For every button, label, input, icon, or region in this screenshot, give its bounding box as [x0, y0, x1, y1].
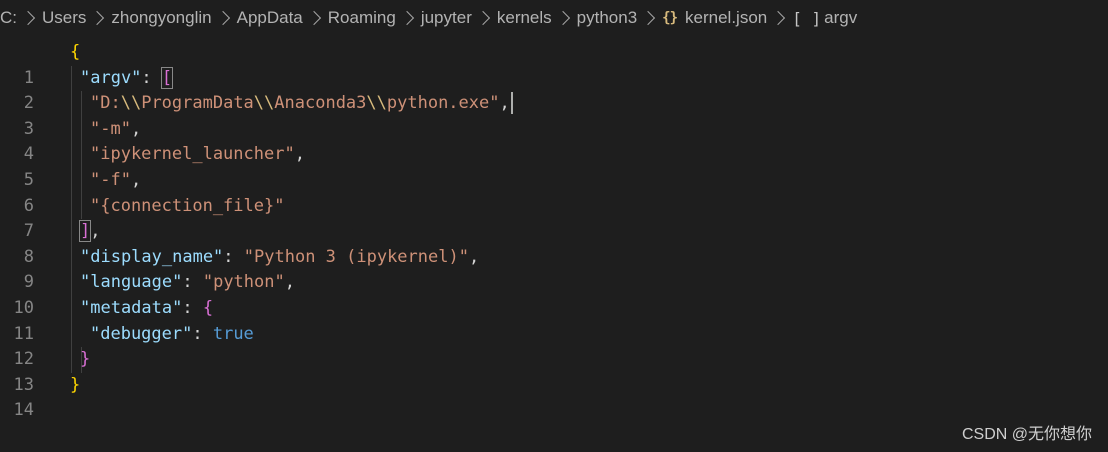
code-line-7: 7 "{connection_file}" — [0, 194, 1108, 242]
chevron-right-icon — [555, 10, 570, 26]
colon: : — [141, 67, 162, 88]
string-part: ProgramData — [141, 93, 254, 114]
breadcrumb-item-user[interactable]: zhongyonglin — [111, 8, 211, 28]
comma: , — [499, 93, 510, 114]
code-line-5: 5 "ipykernel_launcher", — [0, 142, 1108, 190]
json-key-debugger: "debugger" — [90, 323, 193, 344]
json-key-argv: "argv" — [80, 67, 142, 88]
code-line-14: 14 } — [0, 373, 1108, 421]
colon: : — [192, 323, 213, 344]
object-open-brace: { — [70, 42, 81, 62]
code-line-6: 6 "-f", — [0, 168, 1108, 216]
chevron-right-icon — [90, 10, 105, 26]
chevron-right-icon — [20, 10, 36, 26]
json-key-language: "language" — [80, 272, 183, 293]
chevron-right-icon — [215, 10, 230, 26]
json-file-icon: {} — [662, 10, 678, 26]
breadcrumb-item-jupyter[interactable]: jupyter — [421, 8, 472, 28]
string-value: "ipykernel_launcher" — [90, 144, 295, 165]
json-key-display-name: "display_name" — [80, 246, 224, 267]
watermark: CSDN @无你想你 — [961, 426, 1092, 443]
line-number: 14 — [13, 400, 34, 421]
code-line-8: 8 ], — [0, 219, 1108, 267]
json-key-metadata: "metadata" — [80, 297, 183, 318]
string-part: Anaconda3 — [274, 93, 367, 114]
code-line-2: 2 "argv": [ — [0, 66, 1108, 113]
code-line-4: 4 "-m", — [0, 117, 1108, 165]
comma: , — [284, 272, 295, 293]
comma: , — [130, 169, 142, 190]
array-symbol-icon: [ ] — [792, 8, 822, 28]
object-close-brace: } — [70, 374, 81, 395]
code-line-11: 11 "metadata": { — [0, 296, 1108, 344]
boolean-value: true — [212, 323, 254, 344]
code-line-12: 12 "debugger": true — [0, 322, 1108, 370]
breadcrumb-item-python3[interactable]: python3 — [577, 8, 638, 28]
string-part: "D: — [90, 93, 121, 114]
object-close-brace: } — [80, 349, 91, 370]
breadcrumb-item-roaming[interactable]: Roaming — [328, 8, 396, 28]
code-line-13: 13 } — [0, 347, 1108, 395]
array-open-bracket: [ — [160, 66, 174, 89]
code-editor[interactable]: 1 { 2 "argv": [ 3 "D:\\ProgramData\\Anac… — [0, 40, 1108, 421]
string-value: "-m" — [90, 118, 131, 139]
breadcrumb-item-file[interactable]: kernel.json — [685, 8, 767, 28]
string-value: "{connection_file}" — [90, 195, 285, 216]
chevron-right-icon — [641, 10, 656, 26]
colon: : — [182, 297, 203, 318]
chevron-right-icon — [771, 10, 786, 26]
escape-sequence: \\ — [253, 93, 275, 114]
object-open-brace: { — [202, 297, 214, 318]
breadcrumb: C: Users zhongyonglin AppData Roaming ju… — [0, 0, 1108, 36]
chevron-right-icon — [475, 10, 490, 26]
breadcrumb-item-kernels[interactable]: kernels — [497, 8, 552, 28]
chevron-right-icon — [399, 10, 414, 26]
string-part: python.exe" — [386, 93, 500, 114]
string-value: "python" — [202, 272, 285, 293]
string-value: "-f" — [90, 169, 131, 190]
colon: : — [182, 272, 203, 293]
comma: , — [90, 221, 101, 242]
code-line-9: 9 "display_name": "Python 3 (ipykernel)"… — [0, 245, 1108, 293]
comma: , — [130, 118, 142, 139]
comma: , — [294, 144, 305, 165]
comma: , — [468, 246, 480, 267]
colon: : — [223, 246, 244, 267]
breadcrumb-item-appdata[interactable]: AppData — [237, 8, 303, 28]
breadcrumb-item-users[interactable]: Users — [42, 8, 86, 28]
text-cursor — [510, 92, 513, 115]
code-line-1: 1 { — [0, 40, 1108, 88]
code-line-3: 3 "D:\\ProgramData\\Anaconda3\\python.ex… — [0, 91, 1108, 139]
chevron-right-icon — [306, 10, 321, 26]
escape-sequence: \\ — [366, 93, 387, 114]
escape-sequence: \\ — [120, 93, 142, 114]
code-line-10: 10 "language": "python", — [0, 270, 1108, 318]
string-value: "Python 3 (ipykernel)" — [243, 246, 469, 267]
array-close-bracket: ] — [78, 220, 92, 243]
breadcrumb-item-symbol[interactable]: argv — [824, 8, 857, 28]
breadcrumb-item-drive[interactable]: C: — [0, 8, 17, 28]
